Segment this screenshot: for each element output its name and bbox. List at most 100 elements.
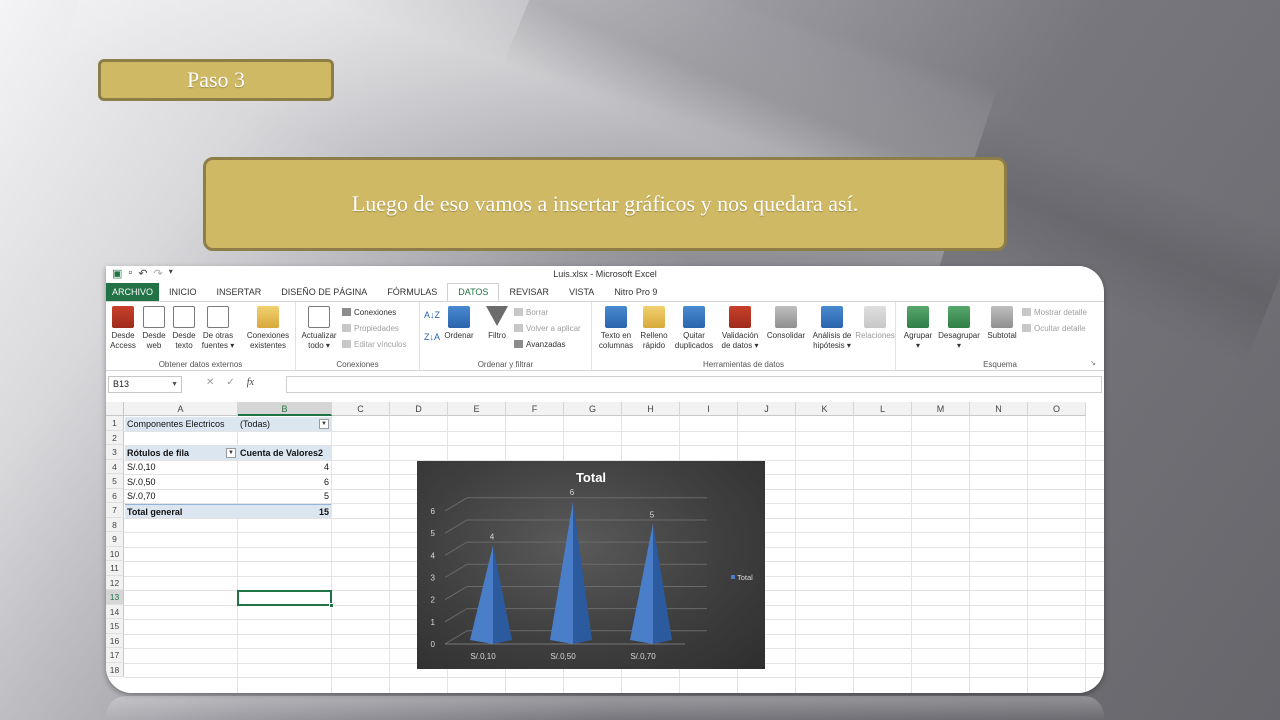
y-tick-label: 3 xyxy=(431,574,436,583)
pivot-total-label[interactable]: Total general xyxy=(125,503,238,518)
name-box[interactable]: B13 ▼ xyxy=(108,376,182,393)
insert-function-icon[interactable]: fx xyxy=(247,377,254,388)
row-header[interactable]: 7 xyxy=(106,503,124,518)
connections-icon xyxy=(342,308,351,316)
column-header[interactable]: J xyxy=(738,402,796,416)
desde-texto-button[interactable]: Desde texto xyxy=(169,306,199,351)
editar-vinculos-button[interactable]: Editar vínculos xyxy=(342,340,406,349)
conexiones-button[interactable]: Conexiones xyxy=(342,308,396,317)
tab-insertar[interactable]: INSERTAR xyxy=(207,283,272,301)
row-header[interactable]: 17 xyxy=(106,648,124,663)
pivot-item-value[interactable]: 5 xyxy=(238,489,331,504)
group-launcher-icon[interactable]: ↘ xyxy=(1090,359,1096,367)
sort-az-icon[interactable]: A↓Z xyxy=(424,310,440,320)
row-header[interactable]: 16 xyxy=(106,633,124,648)
formula-input[interactable] xyxy=(286,376,1102,393)
filtro-button[interactable]: Filtro xyxy=(482,306,512,341)
pivot-total-value[interactable]: 15 xyxy=(238,503,331,518)
quitar-duplicados-button[interactable]: Quitar duplicados xyxy=(672,306,716,351)
column-header[interactable]: K xyxy=(796,402,854,416)
pivot-item-value[interactable]: 4 xyxy=(238,460,331,475)
avanzadas-button[interactable]: Avanzadas xyxy=(514,340,565,349)
analisis-hipotesis-button[interactable]: Análisis de hipótesis ▾ xyxy=(810,306,854,351)
conexiones-existentes-button[interactable]: Conexiones existentes xyxy=(243,306,293,351)
gridline-depth xyxy=(444,630,468,645)
column-header[interactable]: C xyxy=(332,402,390,416)
filter-dropdown-icon[interactable]: ▼ xyxy=(319,418,329,429)
column-header[interactable]: G xyxy=(564,402,622,416)
pivot-item-value[interactable]: 6 xyxy=(238,475,331,490)
agrupar-button[interactable]: Agrupar ▾ xyxy=(900,306,936,351)
cancel-icon[interactable]: ✕ xyxy=(206,377,214,388)
grid-column-line xyxy=(795,416,796,693)
relleno-rapido-button[interactable]: Relleno rápido xyxy=(638,306,670,351)
tab-archivo[interactable]: ARCHIVO xyxy=(106,283,160,301)
column-header[interactable]: L xyxy=(854,402,912,416)
column-header[interactable]: B xyxy=(238,402,332,416)
row-header[interactable]: 10 xyxy=(106,546,124,561)
row-header[interactable]: 18 xyxy=(106,662,124,677)
select-all-corner[interactable] xyxy=(106,402,124,416)
column-header[interactable]: H xyxy=(622,402,680,416)
fill-handle[interactable] xyxy=(329,603,334,608)
sort-za-icon[interactable]: Z↓A xyxy=(424,332,440,342)
column-header[interactable]: N xyxy=(970,402,1028,416)
row-header[interactable]: 9 xyxy=(106,532,124,547)
row-header[interactable]: 2 xyxy=(106,430,124,445)
volver-aplicar-button[interactable]: Volver a aplicar xyxy=(514,324,581,333)
consolidar-button[interactable]: Consolidar xyxy=(764,306,808,341)
row-header[interactable]: 4 xyxy=(106,459,124,474)
pivot-value-header[interactable]: Cuenta de Valores2 xyxy=(238,445,331,460)
column-header[interactable]: O xyxy=(1028,402,1086,416)
pivot-filter-label[interactable]: Componentes Electricos xyxy=(125,416,238,431)
mostrar-detalle-button[interactable]: Mostrar detalle xyxy=(1022,308,1087,317)
active-cell-selection[interactable] xyxy=(237,590,332,606)
column-header[interactable]: M xyxy=(912,402,970,416)
pivot-item-label[interactable]: S/.0,10 xyxy=(125,460,238,475)
tab-datos[interactable]: DATOS xyxy=(447,283,500,301)
propiedades-button[interactable]: Propiedades xyxy=(342,324,399,333)
column-header[interactable]: A xyxy=(124,402,238,416)
row-header[interactable]: 14 xyxy=(106,604,124,619)
enter-icon[interactable]: ✓ xyxy=(226,377,234,388)
subtotal-button[interactable]: Subtotal xyxy=(984,306,1020,341)
desagrupar-button[interactable]: Desagrupar ▾ xyxy=(936,306,982,351)
row-header[interactable]: 15 xyxy=(106,619,124,634)
row-header[interactable]: 3 xyxy=(106,445,124,460)
row-labels-dropdown-icon[interactable]: ▼ xyxy=(226,447,236,458)
desde-web-button[interactable]: Desde web xyxy=(139,306,169,351)
pivot-item-label[interactable]: S/.0,50 xyxy=(125,475,238,490)
otras-fuentes-button[interactable]: De otras fuentes ▾ xyxy=(201,306,235,351)
row-header[interactable]: 11 xyxy=(106,561,124,576)
ocultar-detalle-button[interactable]: Ocultar detalle xyxy=(1022,324,1086,333)
name-box-dropdown-icon[interactable]: ▼ xyxy=(171,377,178,392)
column-header[interactable]: I xyxy=(680,402,738,416)
row-header[interactable]: 12 xyxy=(106,575,124,590)
tab-vista[interactable]: VISTA xyxy=(559,283,604,301)
row-header[interactable]: 1 xyxy=(106,416,124,431)
tab-diseno-pagina[interactable]: DISEÑO DE PÁGINA xyxy=(271,283,377,301)
pivot-item-label[interactable]: S/.0,70 xyxy=(125,489,238,504)
tab-revisar[interactable]: REVISAR xyxy=(499,283,559,301)
row-header[interactable]: 8 xyxy=(106,517,124,532)
validacion-datos-button[interactable]: Validación de datos ▾ xyxy=(718,306,762,351)
pivot-row-header[interactable]: Rótulos de fila xyxy=(125,445,238,460)
column-header[interactable]: D xyxy=(390,402,448,416)
column-header[interactable]: E xyxy=(448,402,506,416)
texto-columnas-button[interactable]: Texto en columnas xyxy=(596,306,636,351)
actualizar-todo-button[interactable]: Actualizar todo ▾ xyxy=(298,306,340,351)
tab-nitro[interactable]: Nitro Pro 9 xyxy=(604,283,667,301)
row-header[interactable]: 6 xyxy=(106,488,124,503)
row-header[interactable]: 5 xyxy=(106,474,124,489)
column-header[interactable]: F xyxy=(506,402,564,416)
pivot-chart[interactable]: Total 0 1 2 3 4 5 6 4 S/.0,10 6 S/.0,50 5 S/.0,70 Tota… xyxy=(417,461,765,669)
worksheet-grid[interactable]: 18 17 16 15 14 13 12 11 10 9 8 7 6 5 4 3 2 1 O N M L K J I H G F E D C… xyxy=(106,402,1104,693)
tab-inicio[interactable]: INICIO xyxy=(159,283,207,301)
ordenar-button[interactable]: Ordenar xyxy=(442,306,476,341)
tab-formulas[interactable]: FÓRMULAS xyxy=(377,283,447,301)
pivot-filter-value[interactable]: (Todas) xyxy=(238,416,331,431)
relaciones-button[interactable]: Relaciones xyxy=(854,306,896,341)
row-header[interactable]: 13 xyxy=(106,590,124,605)
borrar-button[interactable]: Borrar xyxy=(514,308,548,317)
desde-access-button[interactable]: Desde Access xyxy=(108,306,138,351)
